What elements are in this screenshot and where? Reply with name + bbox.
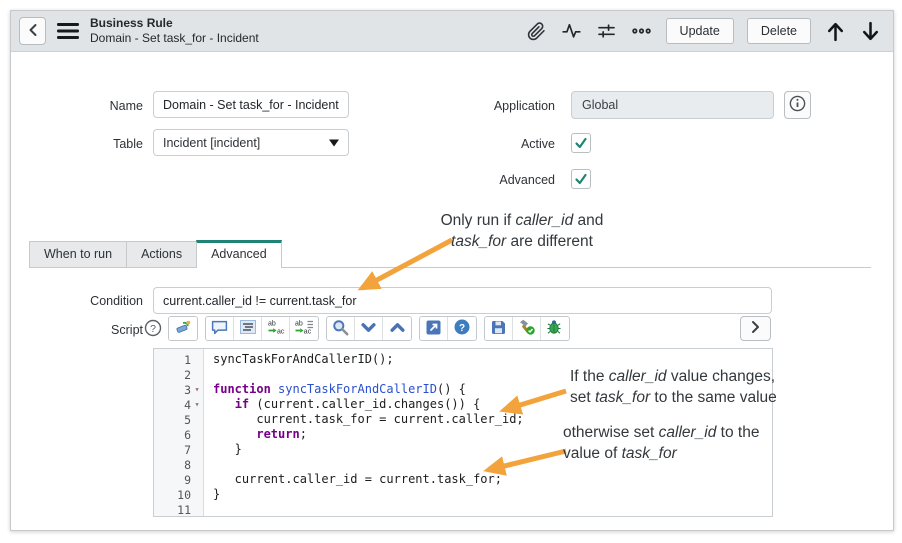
annotation-caller-id-changes: If the caller_id value changes, set task_… xyxy=(570,368,777,406)
delete-button[interactable]: Delete xyxy=(746,18,811,44)
debug-icon xyxy=(547,319,563,338)
toolbar-group xyxy=(326,316,412,341)
chevron-right-icon xyxy=(750,320,761,337)
form-title: Business Rule Domain - Set task_for - In… xyxy=(90,16,259,46)
debug-button[interactable] xyxy=(541,317,569,340)
back-chevron-icon xyxy=(27,23,39,40)
svg-text:ab: ab xyxy=(295,321,303,328)
tab-actions[interactable]: Actions xyxy=(126,241,198,267)
application-label: Application xyxy=(493,99,555,113)
line-number[interactable]: 11 xyxy=(154,502,203,517)
back-button[interactable] xyxy=(19,17,46,45)
help-button[interactable]: ? xyxy=(448,317,476,340)
table-label: Table xyxy=(113,137,143,151)
active-checkbox[interactable] xyxy=(571,133,591,153)
svg-text:ab: ab xyxy=(268,321,276,328)
record-name-title: Domain - Set task_for - Incident xyxy=(90,31,259,45)
next-record-icon[interactable] xyxy=(859,20,881,42)
condition-input[interactable] xyxy=(153,287,772,314)
line-number[interactable]: 3 ▾ xyxy=(154,382,203,397)
help-icon: ? xyxy=(454,319,470,338)
line-number[interactable]: 4 ▾ xyxy=(154,397,203,412)
previous-record-icon[interactable] xyxy=(824,20,846,42)
update-button[interactable]: Update xyxy=(665,18,734,44)
toolbar-group xyxy=(168,316,198,341)
svg-text:?: ? xyxy=(459,323,465,334)
record-type-title: Business Rule xyxy=(90,16,173,30)
name-label: Name xyxy=(109,99,143,113)
syntax-check-icon xyxy=(518,319,535,338)
table-select-value: Incident [incident] xyxy=(163,135,261,150)
code-line: current.caller_id = current.task_for; xyxy=(213,472,502,486)
business-rule-form-panel: Business Rule Domain - Set task_for - In… xyxy=(10,10,894,531)
dropdown-caret-icon xyxy=(329,136,339,150)
info-icon xyxy=(789,95,806,115)
open-popout-icon xyxy=(426,320,441,338)
advanced-label: Advanced xyxy=(499,173,555,187)
fold-icon[interactable]: ▾ xyxy=(191,400,203,410)
open-popout-button[interactable] xyxy=(420,317,448,340)
find-next-button[interactable] xyxy=(355,317,383,340)
line-number[interactable]: 6 xyxy=(154,427,203,442)
fold-icon[interactable]: ▾ xyxy=(191,385,203,395)
syntax-editor-button[interactable] xyxy=(169,317,197,340)
active-label: Active xyxy=(520,137,555,151)
line-number[interactable]: 1 xyxy=(154,352,203,367)
name-input[interactable] xyxy=(153,91,349,118)
save-icon xyxy=(491,320,506,338)
advanced-checkbox[interactable] xyxy=(571,169,591,189)
annotation-condition: Only run if caller_id and task_for are di… xyxy=(440,212,604,250)
context-menu-icon[interactable] xyxy=(57,23,79,39)
toolbar-group: ab ac ab ac xyxy=(205,316,319,341)
application-info-button[interactable] xyxy=(784,91,811,119)
toggle-comment-icon xyxy=(211,320,228,338)
find-previous-icon xyxy=(389,321,405,337)
attachment-icon[interactable] xyxy=(526,20,548,42)
annotation-otherwise: otherwise set caller_id to the value of t… xyxy=(563,424,760,462)
line-number[interactable]: 10 xyxy=(154,487,203,502)
svg-text:ac: ac xyxy=(303,329,311,336)
search-button[interactable] xyxy=(327,317,355,340)
line-number[interactable]: 8 xyxy=(154,457,203,472)
replace-all-icon: ab ac xyxy=(295,319,314,338)
question-circle-icon[interactable]: ? xyxy=(144,319,162,342)
script-label: Script xyxy=(111,323,143,337)
replace-button[interactable]: ab ac xyxy=(262,317,290,340)
tab-advanced[interactable]: Advanced xyxy=(196,240,282,268)
svg-text:ac: ac xyxy=(277,329,285,336)
syntax-check-button[interactable] xyxy=(513,317,541,340)
save-button[interactable] xyxy=(485,317,513,340)
find-next-icon xyxy=(361,321,376,337)
toggle-comment-button[interactable] xyxy=(206,317,234,340)
replace-all-button[interactable]: ab ac xyxy=(290,317,318,340)
line-number[interactable]: 2 xyxy=(154,367,203,382)
editor-gutter: 1 2 3 ▾ 4 ▾ 5 6 7 8 9 10 11 xyxy=(154,349,204,516)
code-line: } xyxy=(213,487,221,501)
more-options-icon[interactable] xyxy=(631,20,653,42)
toolbar-group xyxy=(484,316,570,341)
code-line: syncTaskForAndCallerID(); xyxy=(213,352,394,366)
toolbar-group: ? xyxy=(419,316,477,341)
line-number[interactable]: 9 xyxy=(154,472,203,487)
line-number[interactable]: 5 xyxy=(154,412,203,427)
syntax-editor-icon xyxy=(175,319,192,338)
find-previous-button[interactable] xyxy=(383,317,411,340)
application-field: Global xyxy=(571,91,774,119)
expand-fields-button[interactable] xyxy=(740,316,771,341)
header-actions: Update Delete xyxy=(526,18,893,44)
script-toolbar: ab ac ab ac? xyxy=(168,316,570,341)
form-header: Business Rule Domain - Set task_for - In… xyxy=(11,11,893,52)
activity-icon[interactable] xyxy=(561,20,583,42)
search-icon xyxy=(332,319,349,339)
filters-icon[interactable] xyxy=(596,20,618,42)
replace-icon: ab ac xyxy=(267,319,285,338)
svg-text:?: ? xyxy=(150,323,156,335)
format-code-button[interactable] xyxy=(234,317,262,340)
format-code-icon xyxy=(239,320,256,337)
tab-when-to-run[interactable]: When to run xyxy=(29,241,128,267)
condition-label: Condition xyxy=(90,294,143,308)
table-select[interactable]: Incident [incident] xyxy=(153,129,349,156)
line-number[interactable]: 7 xyxy=(154,442,203,457)
